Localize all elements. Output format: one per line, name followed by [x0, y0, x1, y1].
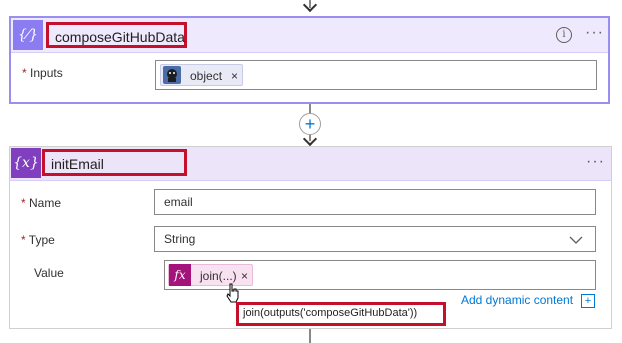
inputs-field[interactable]: object × — [155, 60, 597, 90]
initialize-card-title[interactable]: initEmail — [42, 149, 187, 176]
initialize-variable-card[interactable]: {x} initEmail ··· * Name email * Type St… — [9, 146, 612, 329]
inputs-label-text: Inputs — [30, 66, 63, 80]
compose-action-card[interactable]: {⁄} composeGitHubData i ··· * Inputs obj… — [9, 16, 610, 104]
inputs-label: * Inputs — [22, 66, 63, 80]
chevron-down-icon[interactable] — [569, 232, 583, 250]
top-connector-arrow — [302, 0, 318, 13]
join-token-remove-icon[interactable]: × — [241, 265, 248, 287]
type-label-text: Type — [28, 233, 55, 247]
object-token[interactable]: object × — [160, 64, 243, 86]
name-field[interactable]: email — [154, 189, 596, 215]
bottom-connector-line — [309, 329, 311, 343]
more-options-icon[interactable]: ··· — [585, 24, 604, 42]
add-dynamic-content-icon[interactable]: + — [581, 294, 595, 308]
required-mark: * — [21, 233, 26, 247]
more-options-icon[interactable]: ··· — [586, 153, 605, 171]
initialize-card-header[interactable]: {x} initEmail ··· — [10, 147, 611, 181]
object-token-remove-icon[interactable]: × — [231, 65, 238, 87]
required-mark: * — [22, 66, 27, 80]
type-dropdown-value: String — [164, 232, 196, 246]
variable-operation-icon: {x} — [11, 148, 41, 178]
required-mark: * — [21, 196, 26, 210]
value-label: Value — [34, 266, 64, 280]
function-icon: fx — [169, 264, 191, 286]
value-label-text: Value — [34, 266, 64, 280]
compose-card-title[interactable]: composeGitHubData — [46, 22, 187, 48]
type-label: * Type — [21, 233, 55, 247]
name-label: * Name — [21, 196, 61, 210]
github-icon — [163, 66, 181, 84]
type-dropdown[interactable]: String — [154, 226, 596, 252]
compose-operation-icon: {⁄} — [13, 20, 43, 50]
compose-card-header[interactable]: {⁄} composeGitHubData i ··· — [11, 18, 608, 53]
info-icon[interactable]: i — [556, 27, 572, 43]
object-token-label: object — [190, 69, 223, 83]
name-field-value: email — [164, 195, 193, 209]
add-dynamic-content-link[interactable]: Add dynamic content — [461, 293, 573, 307]
name-label-text: Name — [29, 196, 62, 210]
expression-tooltip: join(outputs('composeGitHubData')) — [236, 302, 446, 326]
